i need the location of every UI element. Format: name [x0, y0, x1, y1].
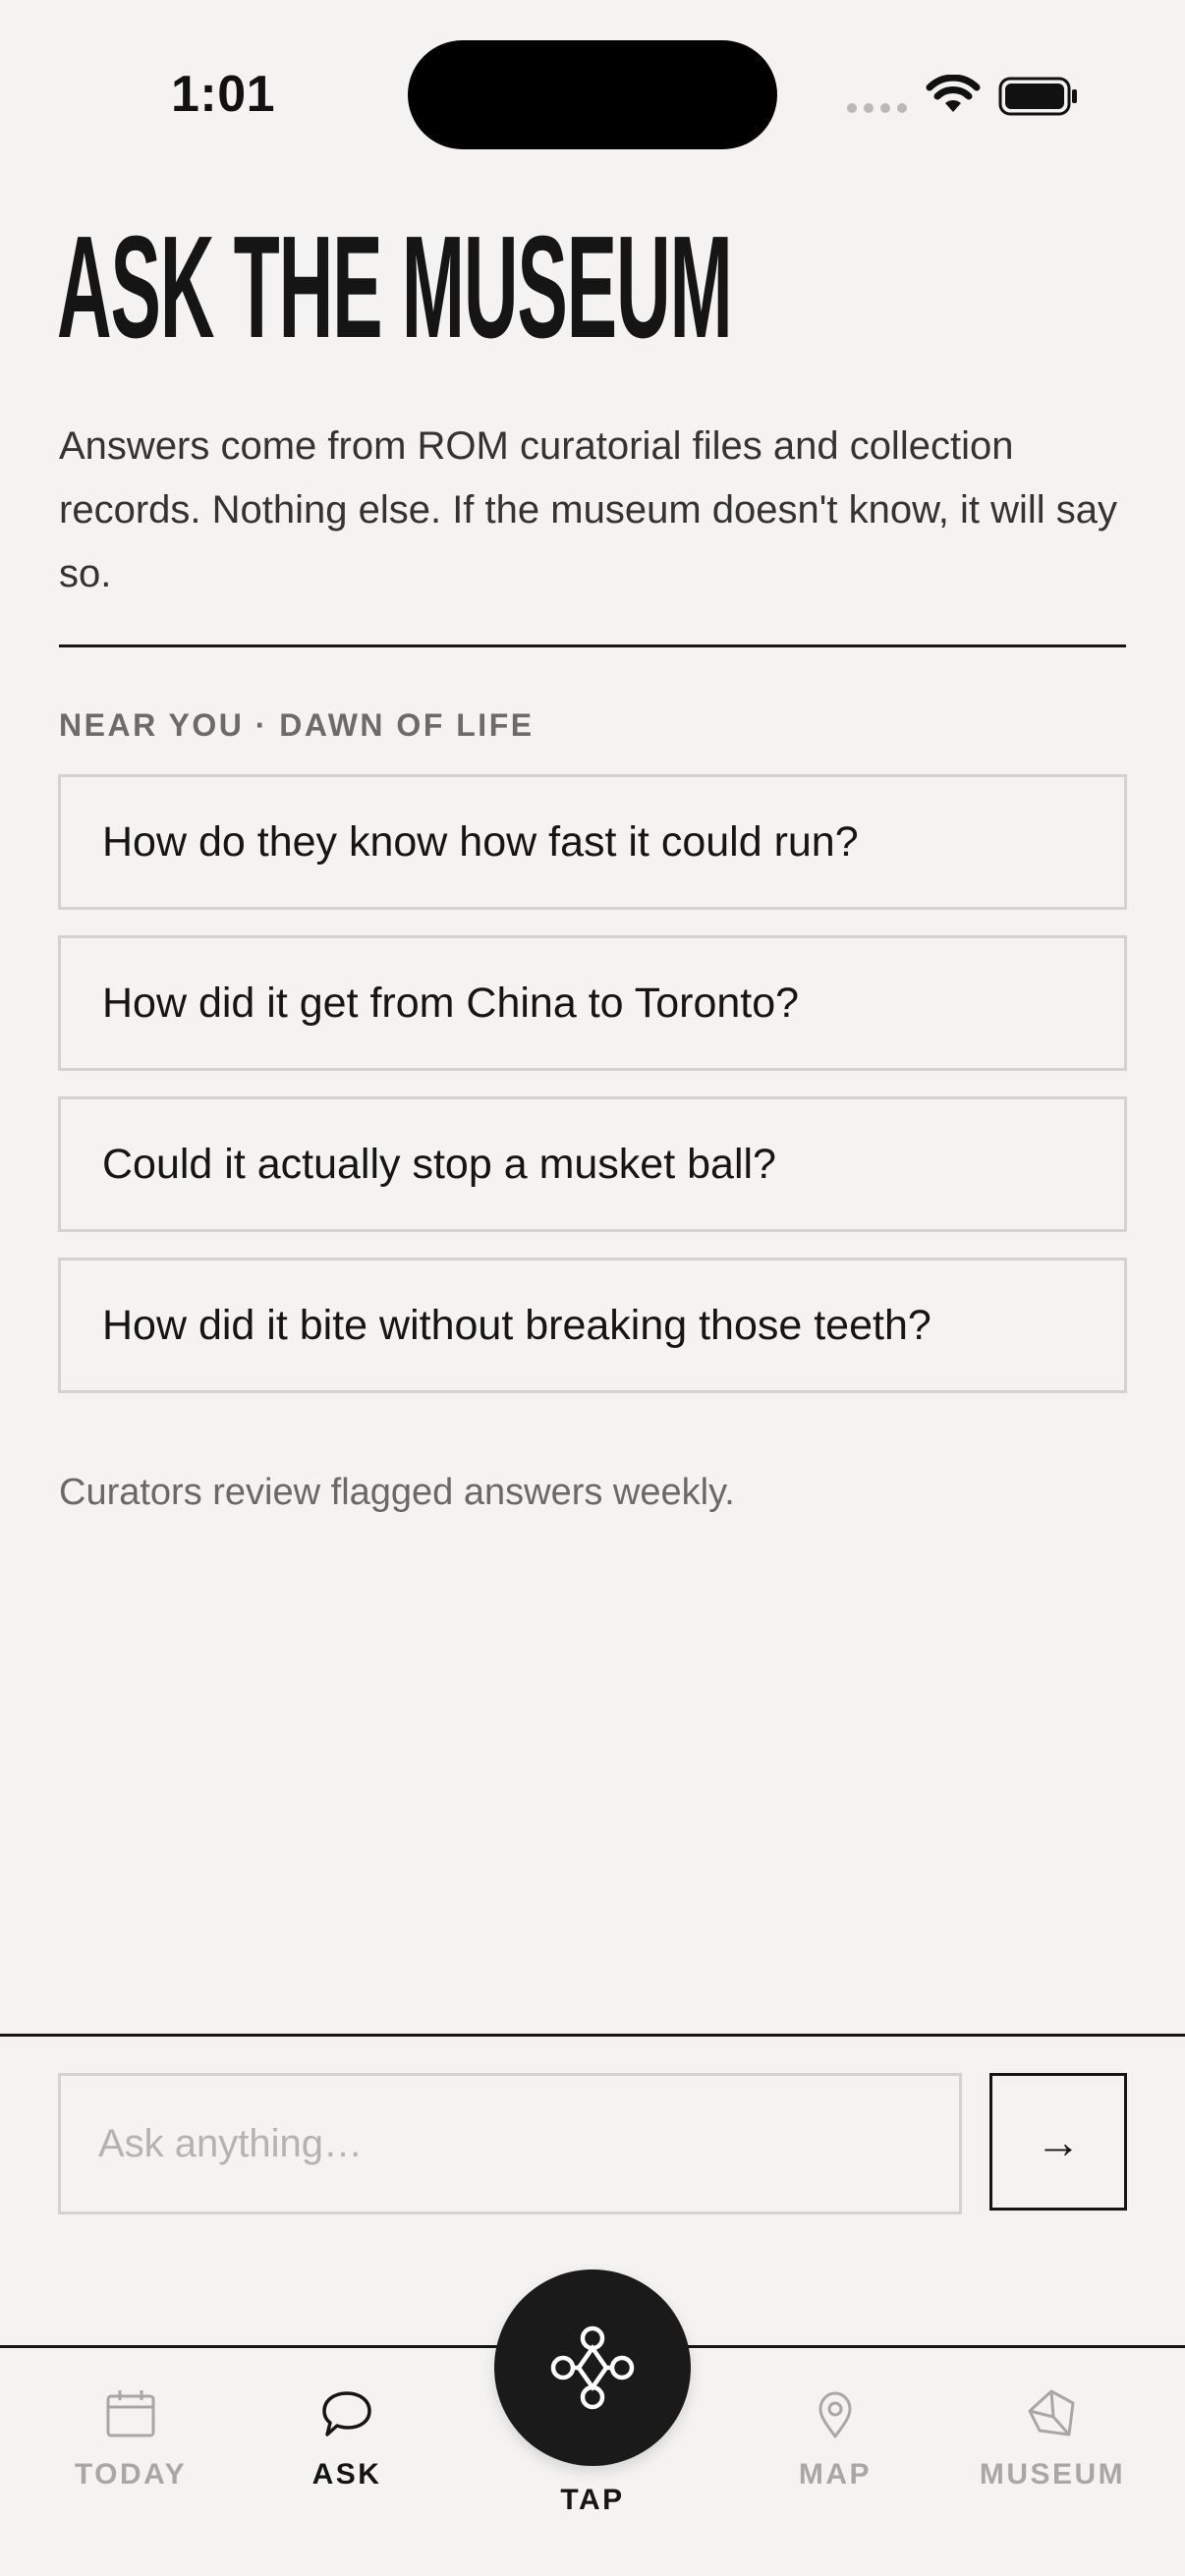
suggested-question[interactable]: How did it get from China to Toronto?	[58, 935, 1127, 1071]
wifi-icon	[926, 75, 981, 112]
map-pin-icon	[818, 2391, 852, 2438]
dynamic-island	[408, 40, 777, 149]
page-title: ASK THE MUSEUM	[57, 206, 733, 368]
suggested-questions: How do they know how fast it could run? …	[58, 774, 1127, 1419]
tab-ask[interactable]: ASK	[249, 2378, 445, 2515]
suggested-question[interactable]: Could it actually stop a musket ball?	[58, 1096, 1127, 1232]
composer-divider	[0, 2034, 1185, 2037]
tab-museum[interactable]: MUSEUM	[954, 2378, 1151, 2515]
header-divider	[59, 644, 1126, 647]
tab-label: MAP	[798, 2458, 873, 2491]
suggested-question[interactable]: How did it bite without breaking those t…	[58, 1258, 1127, 1393]
calendar-icon	[106, 2390, 155, 2437]
ask-input[interactable]	[58, 2073, 962, 2214]
arrow-right-icon: →	[1036, 2116, 1081, 2167]
tab-label: TODAY	[74, 2458, 188, 2491]
cellular-signal-icon	[847, 103, 907, 113]
tab-today[interactable]: TODAY	[32, 2378, 229, 2515]
section-label: NEAR YOU · DAWN OF LIFE	[59, 707, 535, 743]
tab-label-tap[interactable]: TAP	[494, 2484, 691, 2517]
send-button[interactable]: →	[989, 2073, 1127, 2211]
intro-text: Answers come from ROM curatorial files a…	[59, 424, 1118, 595]
tab-map[interactable]: MAP	[737, 2378, 933, 2515]
curator-footnote: Curators review flagged answers weekly.	[59, 1472, 735, 1513]
speech-bubble-icon	[322, 2391, 371, 2436]
crystal-icon	[1028, 2389, 1075, 2436]
tap-button[interactable]	[494, 2269, 691, 2466]
status-time: 1:01	[171, 66, 276, 123]
tab-label: ASK	[311, 2458, 382, 2491]
tab-label: MUSEUM	[979, 2458, 1126, 2491]
suggested-question[interactable]: How do they know how fast it could run?	[58, 774, 1127, 910]
quatrefoil-icon	[550, 2325, 635, 2410]
battery-icon	[998, 77, 1077, 116]
